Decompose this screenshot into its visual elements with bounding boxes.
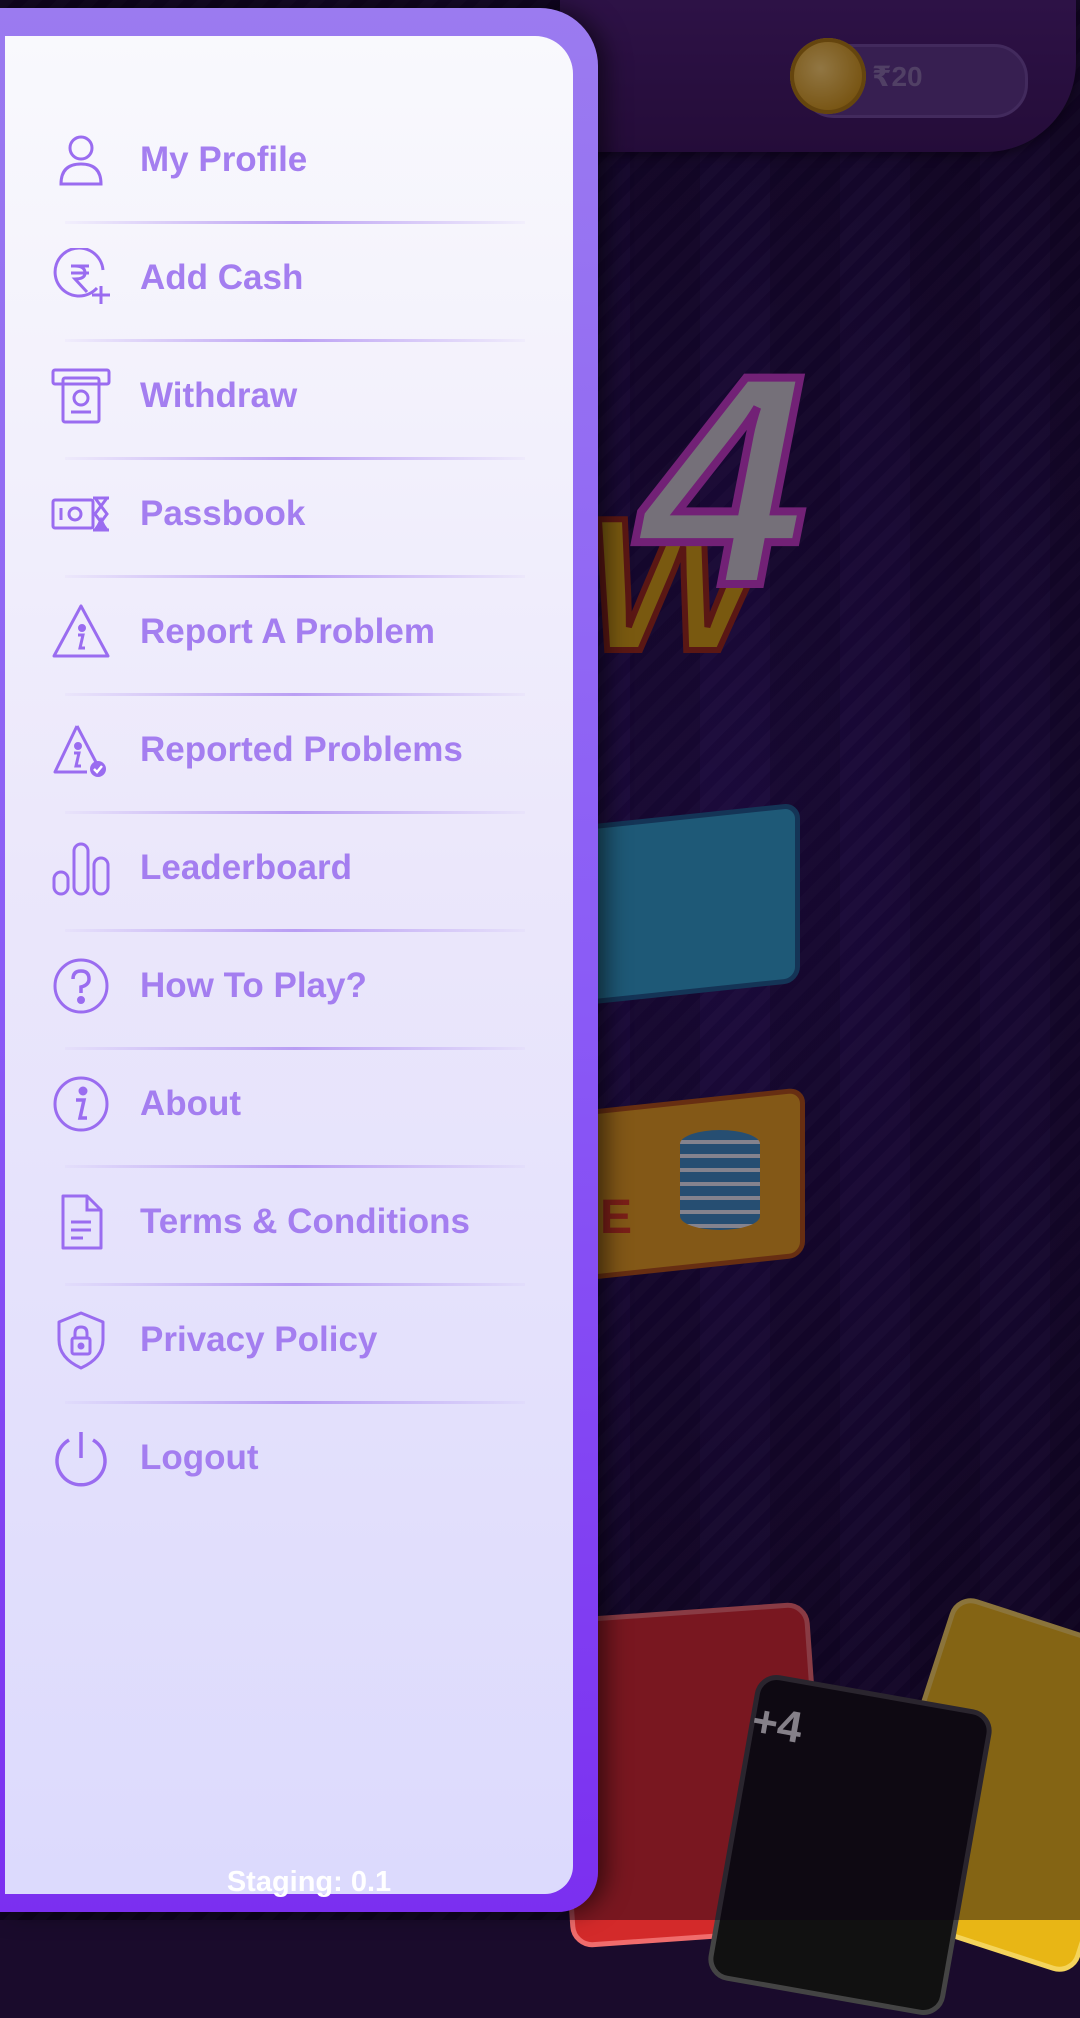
menu-item-report-a-problem[interactable]: Report A Problem <box>5 570 565 688</box>
menu-item-logout[interactable]: Logout <box>5 1396 565 1514</box>
menu-item-label: Passbook <box>140 494 306 533</box>
menu-item-passbook[interactable]: Passbook <box>5 452 565 570</box>
document-icon <box>51 1192 111 1252</box>
drawer-panel: My Profile Add Cash Withdraw Passbook Re… <box>5 36 573 1894</box>
menu-item-privacy-policy[interactable]: Privacy Policy <box>5 1278 565 1396</box>
menu-item-how-to-play[interactable]: How To Play? <box>5 924 565 1042</box>
version-label: Staging: 0.1 <box>226 1866 392 1898</box>
menu-item-label: Withdraw <box>140 376 298 415</box>
shield-lock-icon <box>51 1310 111 1370</box>
power-icon <box>51 1428 111 1488</box>
menu-item-label: Terms & Conditions <box>140 1202 470 1241</box>
info-circle-icon <box>51 1074 111 1134</box>
atm-withdraw-icon <box>51 366 111 426</box>
side-drawer: My Profile Add Cash Withdraw Passbook Re… <box>0 8 598 1912</box>
menu-item-label: Report A Problem <box>140 612 435 651</box>
menu-item-label: Logout <box>140 1438 259 1477</box>
menu-item-reported-problems[interactable]: Reported Problems <box>5 688 565 806</box>
question-circle-icon <box>51 956 111 1016</box>
menu-item-label: How To Play? <box>140 966 367 1005</box>
menu-item-my-profile[interactable]: My Profile <box>5 98 565 216</box>
menu-item-leaderboard[interactable]: Leaderboard <box>5 806 565 924</box>
cash-hourglass-icon <box>51 484 111 544</box>
warning-info-icon <box>51 602 111 662</box>
warning-check-icon <box>51 720 111 780</box>
menu-item-label: My Profile <box>140 140 308 179</box>
bar-chart-icon <box>51 838 111 898</box>
menu-item-label: About <box>140 1084 242 1123</box>
menu-item-label: Privacy Policy <box>140 1320 378 1359</box>
menu-item-about[interactable]: About <box>5 1042 565 1160</box>
rupee-add-icon <box>51 248 111 308</box>
menu-item-label: Add Cash <box>140 258 304 297</box>
menu-item-terms-conditions[interactable]: Terms & Conditions <box>5 1160 565 1278</box>
user-icon <box>51 130 111 190</box>
menu-item-label: Reported Problems <box>140 730 463 769</box>
menu-item-add-cash[interactable]: Add Cash <box>5 216 565 334</box>
menu-item-label: Leaderboard <box>140 848 352 887</box>
menu-item-withdraw[interactable]: Withdraw <box>5 334 565 452</box>
